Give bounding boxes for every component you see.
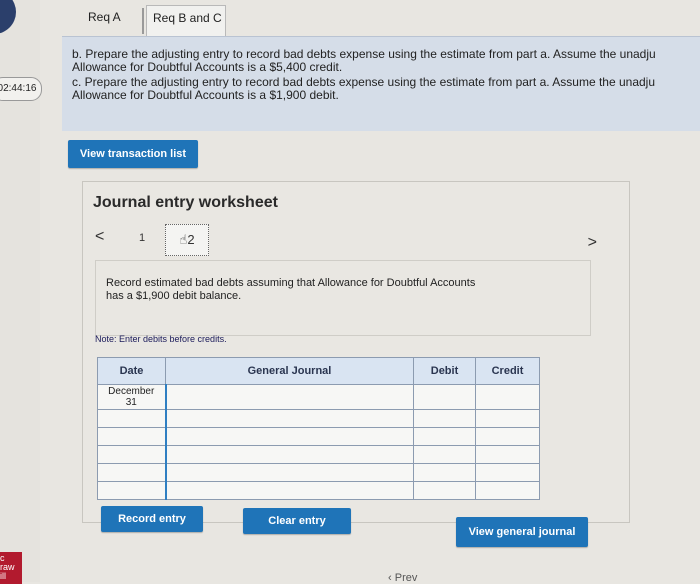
logo-icon <box>0 0 16 34</box>
journal-table: Date General Journal Debit Credit Decemb… <box>97 357 540 500</box>
entry-number-2[interactable]: ☝2 <box>165 224 209 256</box>
table-row <box>97 409 540 428</box>
instruction-box: Record estimated bad debts assuming that… <box>95 260 591 336</box>
debit-cell[interactable] <box>413 427 476 446</box>
debit-cell[interactable] <box>413 463 476 482</box>
question-part-b-line2: Allowance for Doubtful Accounts is a $5,… <box>72 60 343 74</box>
tab-divider <box>142 8 144 34</box>
date-cell[interactable] <box>97 445 166 464</box>
account-cell[interactable] <box>164 481 414 500</box>
date-day: 31 <box>125 397 137 408</box>
left-sidebar: 02:44:16 c raw ill <box>0 0 42 584</box>
next-entry-button[interactable]: > <box>588 234 597 252</box>
question-part-b: b. Prepare the adjusting entry to record… <box>72 48 656 74</box>
question-part-c: c. Prepare the adjusting entry to record… <box>72 76 655 102</box>
credit-cell[interactable] <box>475 427 540 446</box>
header-date: Date <box>97 357 166 385</box>
debit-cell[interactable] <box>413 445 476 464</box>
question-panel: b. Prepare the adjusting entry to record… <box>62 36 700 131</box>
worksheet-title: Journal entry worksheet <box>93 194 278 211</box>
debit-cell[interactable] <box>413 409 476 428</box>
brand-logo: c raw ill <box>0 552 22 584</box>
clear-entry-button[interactable]: Clear entry <box>243 508 351 534</box>
table-row <box>97 463 540 482</box>
debit-cell[interactable] <box>413 481 476 500</box>
instruction-line1: Record estimated bad debts assuming that… <box>106 277 476 289</box>
tab-req-b-and-c[interactable]: Req B and C <box>146 5 226 36</box>
date-month: December <box>108 386 155 397</box>
question-part-c-line2: Allowance for Doubtful Accounts is a $1,… <box>72 88 339 102</box>
table-row <box>97 427 540 446</box>
date-cell[interactable] <box>97 481 166 500</box>
account-cell[interactable] <box>164 445 414 464</box>
date-cell[interactable] <box>97 463 166 482</box>
journal-entry-worksheet: Journal entry worksheet < 1 ☝2 > Record … <box>82 181 630 547</box>
instruction-line2: has a $1,900 debit balance. <box>106 290 242 302</box>
credit-cell[interactable] <box>475 481 540 500</box>
table-row <box>97 445 540 464</box>
debit-cell[interactable] <box>413 384 476 410</box>
brand-line: ill <box>0 571 6 581</box>
header-general-journal: General Journal <box>165 357 414 385</box>
view-transaction-list-button[interactable]: View transaction list <box>68 140 198 168</box>
header-credit: Credit <box>475 357 540 385</box>
instruction-text: Record estimated bad debts assuming that… <box>106 277 475 303</box>
header-debit: Debit <box>413 357 476 385</box>
table-row: December 31 <box>97 384 540 410</box>
credit-cell[interactable] <box>475 409 540 428</box>
credit-cell[interactable] <box>475 384 540 410</box>
credit-cell[interactable] <box>475 445 540 464</box>
date-cell[interactable]: December 31 <box>97 384 166 410</box>
table-row <box>97 481 540 500</box>
account-cell[interactable] <box>164 384 414 410</box>
prev-entry-button[interactable]: < <box>95 228 104 246</box>
date-cell[interactable] <box>97 427 166 446</box>
account-cell[interactable] <box>164 409 414 428</box>
note-text: Note: Enter debits before credits. <box>95 334 227 344</box>
view-general-journal-button[interactable]: View general journal <box>456 517 588 547</box>
date-cell[interactable] <box>97 409 166 428</box>
prev-page-button[interactable]: ‹ Prev <box>388 572 417 584</box>
entry-number-2-label: 2 <box>187 232 195 247</box>
prev-page-label: Prev <box>394 572 418 584</box>
entry-number-1[interactable]: 1 <box>139 232 145 244</box>
timer-badge: 02:44:16 <box>0 77 42 101</box>
table-header-row: Date General Journal Debit Credit <box>97 357 540 385</box>
credit-cell[interactable] <box>475 463 540 482</box>
account-cell[interactable] <box>164 463 414 482</box>
record-entry-button[interactable]: Record entry <box>101 506 203 532</box>
account-cell[interactable] <box>164 427 414 446</box>
